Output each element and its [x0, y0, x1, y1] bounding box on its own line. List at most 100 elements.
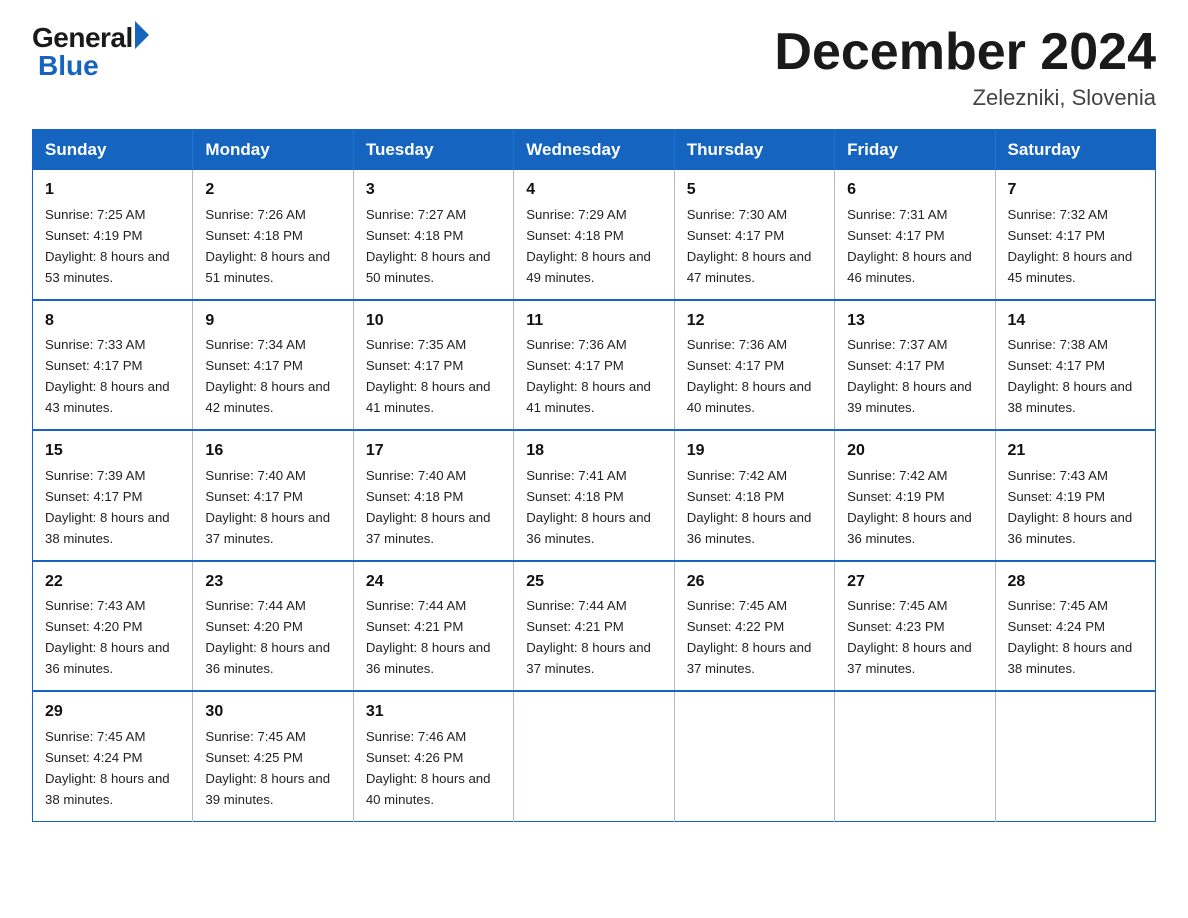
day-number: 4: [526, 178, 663, 203]
day-info: Sunrise: 7:45 AMSunset: 4:22 PMDaylight:…: [687, 598, 812, 676]
calendar-cell: [995, 691, 1155, 821]
calendar-cell: 7 Sunrise: 7:32 AMSunset: 4:17 PMDaylight…: [995, 170, 1155, 299]
calendar-week-row: 15 Sunrise: 7:39 AMSunset: 4:17 PMDayligh…: [33, 430, 1156, 560]
day-number: 24: [366, 570, 503, 595]
calendar-week-row: 1 Sunrise: 7:25 AMSunset: 4:19 PMDaylight…: [33, 170, 1156, 299]
day-info: Sunrise: 7:40 AMSunset: 4:17 PMDaylight:…: [205, 468, 330, 546]
col-header-wednesday: Wednesday: [514, 130, 674, 171]
day-info: Sunrise: 7:43 AMSunset: 4:19 PMDaylight:…: [1008, 468, 1133, 546]
day-number: 31: [366, 700, 503, 725]
day-info: Sunrise: 7:38 AMSunset: 4:17 PMDaylight:…: [1008, 337, 1133, 415]
day-info: Sunrise: 7:37 AMSunset: 4:17 PMDaylight:…: [847, 337, 972, 415]
calendar-cell: 20 Sunrise: 7:42 AMSunset: 4:19 PMDayligh…: [835, 430, 995, 560]
calendar-table: SundayMondayTuesdayWednesdayThursdayFrid…: [32, 129, 1156, 821]
day-number: 3: [366, 178, 503, 203]
day-number: 15: [45, 439, 182, 464]
day-info: Sunrise: 7:46 AMSunset: 4:26 PMDaylight:…: [366, 729, 491, 807]
day-number: 6: [847, 178, 984, 203]
day-info: Sunrise: 7:44 AMSunset: 4:21 PMDaylight:…: [366, 598, 491, 676]
day-info: Sunrise: 7:25 AMSunset: 4:19 PMDaylight:…: [45, 207, 170, 285]
day-number: 21: [1008, 439, 1145, 464]
calendar-cell: 4Sunrise: 7:29 AMSunset: 4:18 PMDaylight…: [514, 170, 674, 299]
calendar-cell: 25 Sunrise: 7:44 AMSunset: 4:21 PMDayligh…: [514, 561, 674, 691]
col-header-friday: Friday: [835, 130, 995, 171]
day-number: 27: [847, 570, 984, 595]
calendar-cell: [674, 691, 834, 821]
day-info: Sunrise: 7:35 AMSunset: 4:17 PMDaylight:…: [366, 337, 491, 415]
location-title: Zelezniki, Slovenia: [774, 85, 1156, 111]
calendar-cell: 10 Sunrise: 7:35 AMSunset: 4:17 PMDayligh…: [353, 300, 513, 430]
col-header-saturday: Saturday: [995, 130, 1155, 171]
calendar-cell: [514, 691, 674, 821]
day-number: 14: [1008, 309, 1145, 334]
day-info: Sunrise: 7:42 AMSunset: 4:19 PMDaylight:…: [847, 468, 972, 546]
day-number: 11: [526, 309, 663, 334]
calendar-cell: 16 Sunrise: 7:40 AMSunset: 4:17 PMDayligh…: [193, 430, 353, 560]
calendar-cell: 8 Sunrise: 7:33 AMSunset: 4:17 PMDaylight…: [33, 300, 193, 430]
day-number: 10: [366, 309, 503, 334]
day-info: Sunrise: 7:43 AMSunset: 4:20 PMDaylight:…: [45, 598, 170, 676]
calendar-cell: 5 Sunrise: 7:30 AMSunset: 4:17 PMDaylight…: [674, 170, 834, 299]
day-info: Sunrise: 7:32 AMSunset: 4:17 PMDaylight:…: [1008, 207, 1133, 285]
calendar-week-row: 8 Sunrise: 7:33 AMSunset: 4:17 PMDaylight…: [33, 300, 1156, 430]
day-info: Sunrise: 7:45 AMSunset: 4:25 PMDaylight:…: [205, 729, 330, 807]
day-number: 17: [366, 439, 503, 464]
day-info: Sunrise: 7:45 AMSunset: 4:24 PMDaylight:…: [45, 729, 170, 807]
day-info: Sunrise: 7:30 AMSunset: 4:17 PMDaylight:…: [687, 207, 812, 285]
day-number: 18: [526, 439, 663, 464]
day-info: Sunrise: 7:40 AMSunset: 4:18 PMDaylight:…: [366, 468, 491, 546]
calendar-cell: 12 Sunrise: 7:36 AMSunset: 4:17 PMDayligh…: [674, 300, 834, 430]
day-number: 7: [1008, 178, 1145, 203]
calendar-cell: 24 Sunrise: 7:44 AMSunset: 4:21 PMDayligh…: [353, 561, 513, 691]
day-info: Sunrise: 7:27 AMSunset: 4:18 PMDaylight:…: [366, 207, 491, 285]
calendar-cell: 1 Sunrise: 7:25 AMSunset: 4:19 PMDaylight…: [33, 170, 193, 299]
day-number: 23: [205, 570, 342, 595]
day-info: Sunrise: 7:36 AMSunset: 4:17 PMDaylight:…: [526, 337, 651, 415]
day-number: 29: [45, 700, 182, 725]
day-number: 19: [687, 439, 824, 464]
day-info: Sunrise: 7:41 AMSunset: 4:18 PMDaylight:…: [526, 468, 651, 546]
day-info: Sunrise: 7:39 AMSunset: 4:17 PMDaylight:…: [45, 468, 170, 546]
calendar-week-row: 22Sunrise: 7:43 AMSunset: 4:20 PMDayligh…: [33, 561, 1156, 691]
calendar-cell: 18 Sunrise: 7:41 AMSunset: 4:18 PMDayligh…: [514, 430, 674, 560]
day-number: 5: [687, 178, 824, 203]
calendar-cell: 30Sunrise: 7:45 AMSunset: 4:25 PMDayligh…: [193, 691, 353, 821]
calendar-cell: 26Sunrise: 7:45 AMSunset: 4:22 PMDayligh…: [674, 561, 834, 691]
logo-text-blue: Blue: [38, 50, 99, 81]
day-info: Sunrise: 7:42 AMSunset: 4:18 PMDaylight:…: [687, 468, 812, 546]
calendar-cell: 11 Sunrise: 7:36 AMSunset: 4:17 PMDayligh…: [514, 300, 674, 430]
day-info: Sunrise: 7:36 AMSunset: 4:17 PMDaylight:…: [687, 337, 812, 415]
day-info: Sunrise: 7:31 AMSunset: 4:17 PMDaylight:…: [847, 207, 972, 285]
logo: General Blue: [32, 24, 149, 80]
calendar-header-row: SundayMondayTuesdayWednesdayThursdayFrid…: [33, 130, 1156, 171]
col-header-tuesday: Tuesday: [353, 130, 513, 171]
calendar-cell: 31 Sunrise: 7:46 AMSunset: 4:26 PMDayligh…: [353, 691, 513, 821]
calendar-cell: 2Sunrise: 7:26 AMSunset: 4:18 PMDaylight…: [193, 170, 353, 299]
day-number: 16: [205, 439, 342, 464]
day-number: 1: [45, 178, 182, 203]
col-header-monday: Monday: [193, 130, 353, 171]
col-header-sunday: Sunday: [33, 130, 193, 171]
day-number: 25: [526, 570, 663, 595]
day-number: 28: [1008, 570, 1145, 595]
calendar-cell: 28Sunrise: 7:45 AMSunset: 4:24 PMDayligh…: [995, 561, 1155, 691]
calendar-cell: 22Sunrise: 7:43 AMSunset: 4:20 PMDayligh…: [33, 561, 193, 691]
day-number: 20: [847, 439, 984, 464]
day-info: Sunrise: 7:44 AMSunset: 4:21 PMDaylight:…: [526, 598, 651, 676]
calendar-cell: 23 Sunrise: 7:44 AMSunset: 4:20 PMDayligh…: [193, 561, 353, 691]
calendar-cell: 27Sunrise: 7:45 AMSunset: 4:23 PMDayligh…: [835, 561, 995, 691]
month-title: December 2024: [774, 24, 1156, 81]
day-number: 12: [687, 309, 824, 334]
day-info: Sunrise: 7:44 AMSunset: 4:20 PMDaylight:…: [205, 598, 330, 676]
day-info: Sunrise: 7:33 AMSunset: 4:17 PMDaylight:…: [45, 337, 170, 415]
calendar-week-row: 29 Sunrise: 7:45 AMSunset: 4:24 PMDayligh…: [33, 691, 1156, 821]
title-block: December 2024 Zelezniki, Slovenia: [774, 24, 1156, 111]
calendar-cell: 3 Sunrise: 7:27 AMSunset: 4:18 PMDaylight…: [353, 170, 513, 299]
calendar-cell: [835, 691, 995, 821]
day-number: 8: [45, 309, 182, 334]
col-header-thursday: Thursday: [674, 130, 834, 171]
day-number: 9: [205, 309, 342, 334]
calendar-cell: 14 Sunrise: 7:38 AMSunset: 4:17 PMDayligh…: [995, 300, 1155, 430]
calendar-cell: 21 Sunrise: 7:43 AMSunset: 4:19 PMDayligh…: [995, 430, 1155, 560]
calendar-cell: 15 Sunrise: 7:39 AMSunset: 4:17 PMDayligh…: [33, 430, 193, 560]
